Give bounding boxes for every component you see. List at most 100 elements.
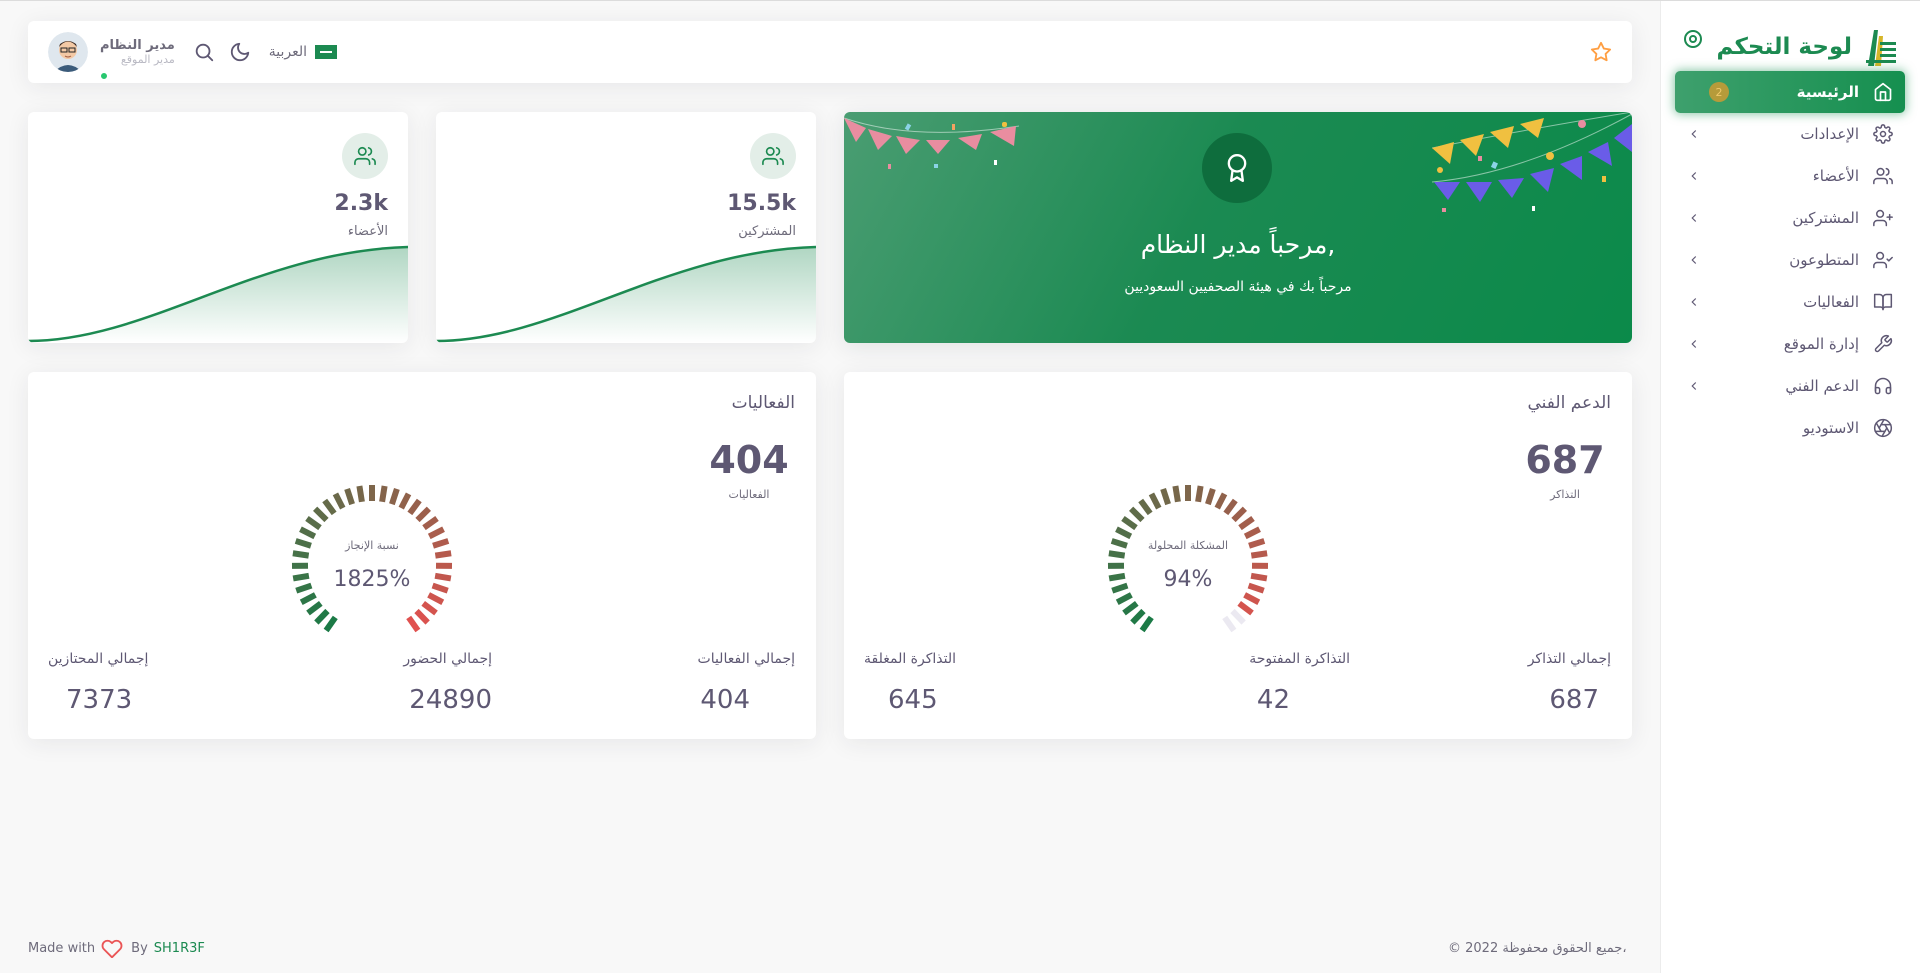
main-content: مدير النظام مدير الموقع العربية مرحباً م… <box>0 1 1660 973</box>
sidebar-item-site-management[interactable]: إدارة الموقع <box>1675 323 1905 365</box>
heart-icon <box>101 938 123 958</box>
users-icon <box>354 145 376 167</box>
sidebar-item-settings[interactable]: الإعدادات <box>1675 113 1905 155</box>
sidebar-item-support[interactable]: الدعم الفني <box>1675 365 1905 407</box>
stat-icon-circle <box>342 133 388 179</box>
chevron-left-icon <box>1687 379 1701 393</box>
gauge-segment <box>1243 592 1261 605</box>
stat-label: الأعضاء <box>347 224 388 239</box>
bunting-right-decoration <box>1432 112 1632 212</box>
resolved-gauge <box>1107 485 1269 633</box>
foot-label: التذاكرة المغلقة <box>864 651 957 667</box>
stat-label: المشتركين <box>738 224 796 239</box>
gauge-segment <box>398 492 412 510</box>
award-medal-badge <box>1202 133 1272 203</box>
stat-value: 2.3k <box>334 191 388 216</box>
avatar[interactable] <box>48 32 88 72</box>
welcome-subtitle: مرحباً بك في هيئة الصحفيين السعوديين <box>1124 279 1352 295</box>
collapse-sidebar-icon[interactable] <box>1683 29 1703 49</box>
made-with-text: Made with <box>28 940 96 956</box>
sidebar-item-events[interactable]: الفعاليات <box>1675 281 1905 323</box>
aperture-icon <box>1873 418 1893 438</box>
gauge-segment <box>1160 488 1171 506</box>
star-icon[interactable] <box>1590 41 1612 63</box>
gauge-segment <box>1122 601 1139 616</box>
sidebar-item-members[interactable]: الأعضاء <box>1675 155 1905 197</box>
foot-value: 7373 <box>66 685 133 715</box>
sidebar-item-subscribers[interactable]: المشتركين <box>1675 197 1905 239</box>
members-stat-card: 2.3k الأعضاء <box>28 112 408 343</box>
events-count: 404 <box>709 438 789 482</box>
by-text: By <box>131 940 148 956</box>
home-icon <box>1873 82 1893 102</box>
events-card: الفعاليات 404 الفعاليات نسبة الإنجاز 182… <box>28 372 816 739</box>
foot-value: 42 <box>1256 685 1290 715</box>
gauge-segment <box>407 498 422 516</box>
wrench-icon <box>1873 334 1893 354</box>
total-passed: إجمالي المحتازين 7373 <box>48 651 248 715</box>
brand-title: لوحة التحكم <box>1716 34 1852 60</box>
gauge-segment <box>414 608 430 625</box>
sidebar-item-volunteers[interactable]: المتطوعون <box>1675 239 1905 281</box>
user-info[interactable]: مدير النظام مدير الموقع <box>100 38 175 66</box>
gauge-segment <box>1130 608 1146 625</box>
gauge-segment <box>306 601 323 616</box>
gauge-segment <box>1138 498 1153 516</box>
search-icon[interactable] <box>193 41 215 63</box>
foot-label: إجمالي الفعاليات <box>697 651 795 667</box>
gauge-percent: 94% <box>1163 567 1213 592</box>
gauge-segment <box>427 592 445 605</box>
brand[interactable]: لوحة التحكم <box>1717 23 1898 71</box>
gauge-segment <box>422 515 439 531</box>
gauge-segment <box>415 506 431 523</box>
total-events: إجمالي الفعاليات 404 <box>595 651 795 715</box>
gauge-segment <box>1195 485 1204 503</box>
gauge-segment <box>323 615 338 633</box>
foot-label: إجمالي المحتازين <box>48 651 149 667</box>
gauge-segment <box>1237 601 1254 616</box>
sidebar-nav: الرئيسية 2 الإعدادات الأعضاء المشتركين ا… <box>1660 71 1920 449</box>
sidebar-item-home[interactable]: الرئيسية 2 <box>1675 71 1905 113</box>
bunting-left-decoration <box>844 117 1020 169</box>
gauge-segment <box>1129 506 1145 523</box>
card-title: الفعاليات <box>731 393 795 413</box>
language-dropdown[interactable]: العربية <box>269 44 338 60</box>
subscribers-stat-card: 15.5k المشتركين <box>436 112 816 343</box>
gauge-segment <box>1172 485 1181 503</box>
headphones-icon <box>1873 376 1893 396</box>
sidebar-item-studio[interactable]: الاستوديو <box>1675 407 1905 449</box>
user-name: مدير النظام <box>100 38 175 53</box>
welcome-title: مرحباً مدير النظام, <box>1140 230 1336 259</box>
stat-value: 15.5k <box>727 191 796 216</box>
gauge-segment <box>299 526 317 540</box>
gauge-segment <box>313 506 329 523</box>
moon-icon[interactable] <box>229 41 251 63</box>
foot-value: 687 <box>1549 685 1599 715</box>
gauge-segment <box>1223 498 1238 516</box>
gauge-segment <box>1115 592 1133 605</box>
award-icon <box>1223 154 1251 182</box>
gauge-segment <box>1148 492 1162 510</box>
footer-credit: Made with By SH1R3F <box>28 938 205 958</box>
users-icon <box>1873 166 1893 186</box>
gauge-segment <box>356 485 365 503</box>
card-title: الدعم الفني <box>1527 393 1612 413</box>
gauge-segment <box>1250 550 1268 559</box>
chevron-left-icon <box>1687 169 1701 183</box>
gauge-segment <box>314 608 330 625</box>
logo-icon <box>1862 26 1898 68</box>
gauge-segment <box>1238 515 1255 531</box>
author-link[interactable]: SH1R3F <box>154 941 205 956</box>
gauge-segment <box>305 515 322 531</box>
copyright-text: © 2022 جميع الحقوق محفوظة، <box>1448 941 1627 956</box>
sidebar-item-label: المشتركين <box>1792 209 1859 227</box>
gauge-segment <box>1139 615 1154 633</box>
online-status-dot <box>99 71 109 81</box>
gauge-segment <box>1108 550 1126 559</box>
users-icon <box>762 145 784 167</box>
gauge-segment <box>344 488 355 506</box>
gauge-segment <box>427 526 445 540</box>
gauge-label: المشكلة المحلولة <box>1147 539 1229 552</box>
sidebar-item-label: الدعم الفني <box>1785 377 1859 395</box>
gauge-segment <box>421 601 438 616</box>
